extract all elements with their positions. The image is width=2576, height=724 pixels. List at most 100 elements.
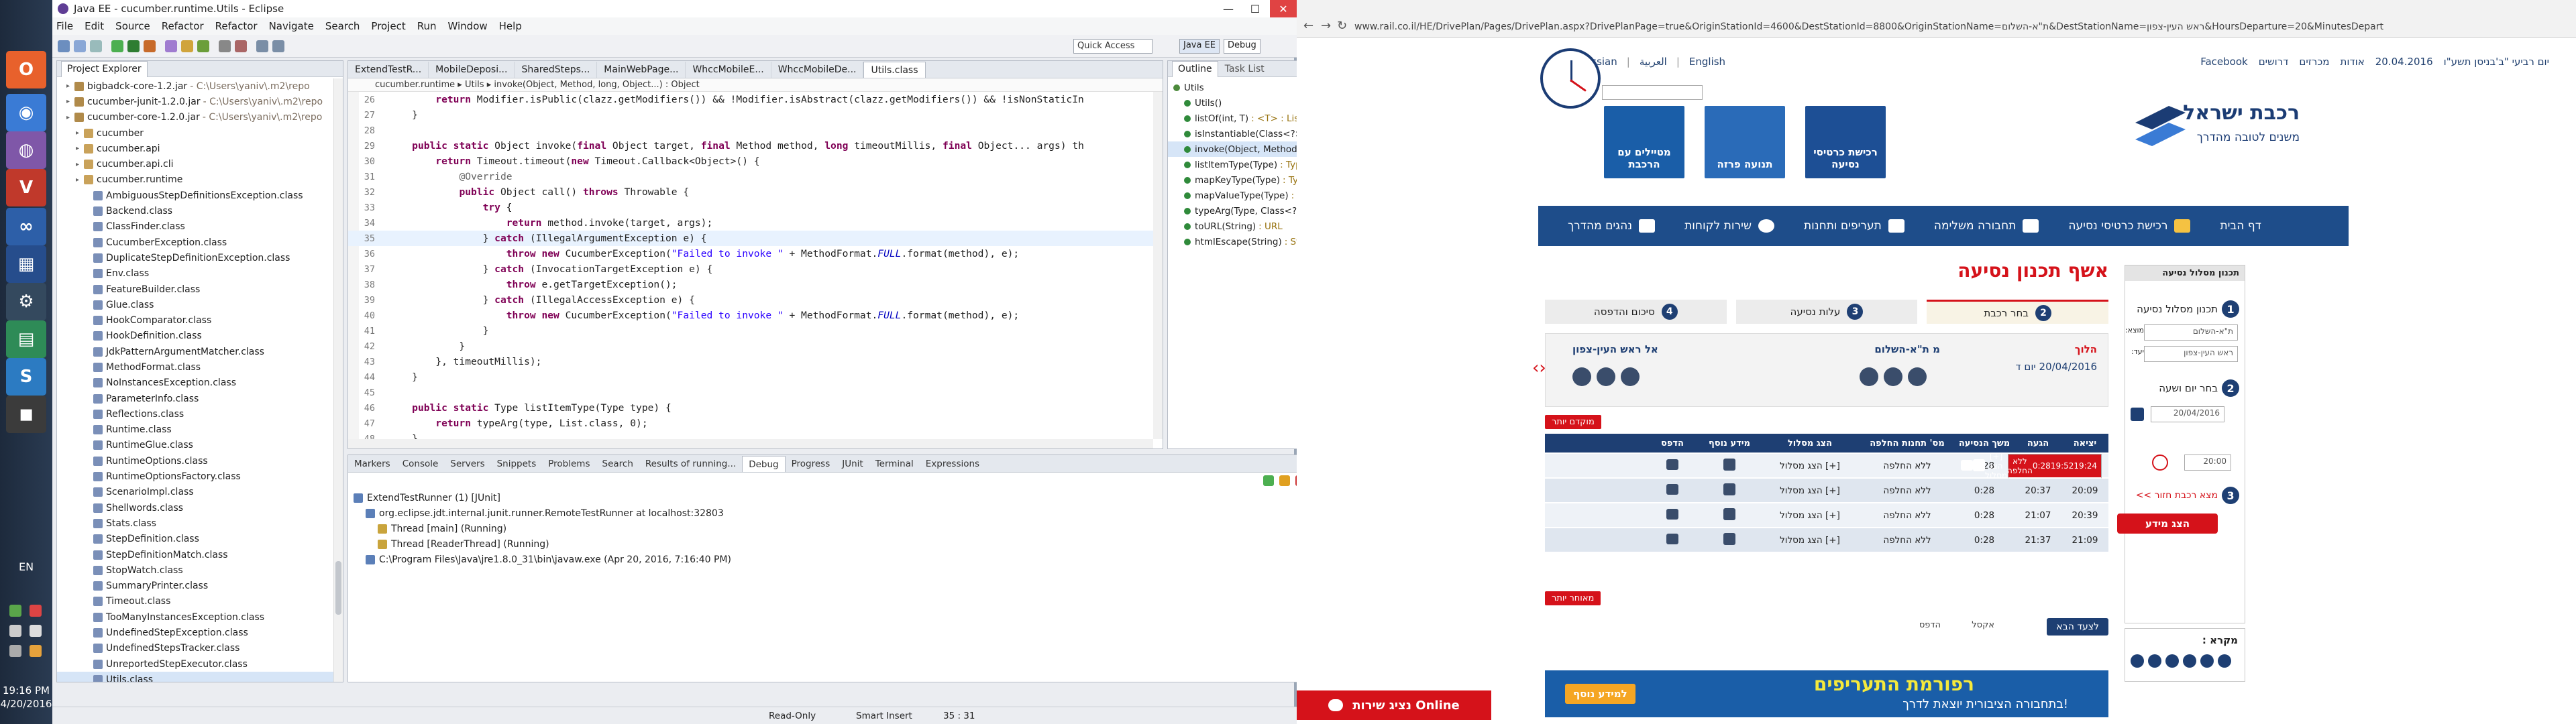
tree-item[interactable]: Reflections.class [57,406,333,422]
tree-item[interactable]: JdkPatternArgumentMatcher.class [57,344,333,359]
tree-item[interactable]: Backend.class [57,203,333,219]
office-app-icon[interactable]: O [6,51,46,88]
reload-icon[interactable]: ↻ [1337,19,1347,33]
train-info-icon[interactable] [1723,532,1735,545]
expand-arrow-icon[interactable]: ▸ [76,176,84,184]
tree-item[interactable]: HookComparator.class [57,312,333,328]
taskbar-clock[interactable]: 19:16 PM 4/20/2016 [0,684,52,711]
promo-tile[interactable]: רכישת כרטיסי נסיעה [1805,106,1886,178]
train-cell[interactable]: [+] הצג מסלול [1760,535,1860,546]
banner-more-info-button[interactable]: למידע נוסף [1565,684,1635,704]
external-tools-icon[interactable] [144,40,156,52]
code-line[interactable]: 38 throw e.getTargetException(); [348,277,1153,292]
tree-item[interactable]: RuntimeOptions.class [57,453,333,469]
link-about[interactable]: אודות [2341,56,2365,68]
print-icon[interactable] [1666,508,1678,520]
debug-tree-item[interactable]: C:\Program Files\Java\jre1.8.0_31\bin\ja… [354,552,731,567]
code-line[interactable]: 44 } [348,369,1153,385]
menu-refactor[interactable]: Refactor [162,20,204,32]
tab-task-list[interactable]: Task List [1225,64,1265,74]
train-cell[interactable]: [+] הצג מסלול [1760,461,1860,471]
nav-drivers[interactable]: נהגים מהדרך [1568,219,1656,233]
code-line[interactable]: 27 } [348,107,1153,123]
print-cell[interactable] [1961,459,1974,473]
code-line[interactable]: 35 } catch (IllegalArgumentException e) … [348,231,1153,246]
tree-item[interactable]: ▸ cucumber.api.cli [57,156,333,172]
tree-item[interactable]: UnreportedStepExecutor.class [57,656,333,672]
code-line[interactable]: 32 public Object call() throws Throwable… [348,184,1153,200]
chrome-app-icon[interactable]: ◉ [6,94,46,131]
link-jobs[interactable]: דרושים [2259,56,2289,68]
address-bar[interactable]: www.rail.co.il/HE/DrivePlan/Pages/DriveP… [1354,19,2562,35]
bottom-tab[interactable]: Problems [542,456,596,472]
code-area[interactable]: 26 return Modifier.isPublic(clazz.getMod… [348,92,1153,439]
code-line[interactable]: 29 public static Object invoke(final Obj… [348,138,1153,154]
tree-item[interactable]: Utils.class [57,672,333,682]
forward-icon[interactable]: → [1321,19,1331,33]
editor-tab[interactable]: MainWebPage... [597,62,686,78]
editor-tab[interactable]: SharedSteps... [515,62,598,78]
editor-horizontal-scrollbar[interactable] [348,439,1153,448]
tree-item[interactable]: ClassFinder.class [57,219,333,235]
new-package-icon[interactable] [181,40,193,52]
tree-item[interactable]: SummaryPrinter.class [57,579,333,594]
info-cell[interactable] [1699,507,1760,523]
debug-tree-item[interactable]: org.eclipse.jdt.internal.junit.runner.Re… [354,505,731,521]
code-line[interactable]: 30 return Timeout.timeout(new Timeout.Ca… [348,154,1153,169]
eclipse-app-icon[interactable]: ◍ [6,131,46,169]
code-line[interactable]: 37 } catch (InvocationTargetException e)… [348,261,1153,277]
volume-icon[interactable] [9,645,21,657]
next-step-button[interactable]: לצעד הבא [2047,618,2108,636]
menu-window[interactable]: Window [448,20,488,32]
train-info-icon[interactable] [1723,483,1735,495]
menu-refactor-2[interactable]: Refactor [215,20,258,32]
code-line[interactable]: 48 } [348,431,1153,439]
bottom-tab[interactable]: Results of running... [639,456,742,472]
site-search-input[interactable] [1602,85,1703,100]
train-cell[interactable]: [+] הצג מסלול [1760,510,1860,521]
back-icon[interactable] [256,40,268,52]
menu-help[interactable]: Help [499,20,522,32]
link-app-icon[interactable]: ∞ [6,208,46,245]
info-cell[interactable] [1699,483,1760,498]
print-icon[interactable] [1666,459,1678,470]
expand-arrow-icon[interactable]: ▸ [76,145,84,152]
menu-search[interactable]: Search [325,20,360,32]
info-cell[interactable] [1699,532,1760,548]
quick-access-field[interactable]: Quick Access [1073,39,1152,54]
train-cell[interactable]: [+] הצג מסלול [1985,452,2007,480]
print-label[interactable]: הדפס [1919,620,1941,630]
wizard-step-cost[interactable]: 3 עלות נסיעה [1735,300,1918,324]
tree-item[interactable]: Stats.class [57,516,333,531]
code-line[interactable]: 47 return typeArg(type, List.class, 0); [348,416,1153,431]
code-line[interactable]: 42 } [348,339,1153,354]
code-line[interactable]: 26 return Modifier.isPublic(clazz.getMod… [348,92,1153,107]
debug-tree-item[interactable]: Thread [ReaderThread] (Running) [354,536,731,552]
debug-tree-item[interactable]: ExtendTestRunner (1) [JUnit] [354,490,731,505]
tree-item[interactable]: FeatureBuilder.class [57,282,333,297]
code-line[interactable]: 39 } catch (IllegalAccessException e) { [348,292,1153,308]
link-tenders[interactable]: מכרזים [2299,56,2329,68]
project-tree-scrollbar[interactable] [333,78,343,682]
editor-tab[interactable]: Utils.class [863,62,926,78]
online-chat-button[interactable]: נציג שירות Online [1297,690,1491,720]
menu-project[interactable]: Project [371,20,405,32]
tree-item[interactable]: Runtime.class [57,422,333,438]
new-class-icon[interactable] [197,40,209,52]
bottom-tab[interactable]: Markers [348,456,396,472]
code-line[interactable]: 41 } [348,323,1153,339]
menu-file[interactable]: File [56,20,73,32]
bottom-tab[interactable]: Search [596,456,639,472]
train-row[interactable]: 21:09 21:37 0:28 ללא החלפה [+] הצג מסלול [1545,528,2108,553]
bottom-tab[interactable]: JUnit [836,456,869,472]
tree-item[interactable]: Shellwords.class [57,500,333,516]
info-cell[interactable] [1973,459,1986,473]
expand-arrow-icon[interactable]: ▸ [76,161,84,168]
debug-tree-item[interactable]: Thread [main] (Running) [354,521,731,536]
print-cell[interactable] [1646,483,1699,497]
ve-app-icon[interactable]: V [6,169,46,206]
code-line[interactable]: 28 [348,123,1153,138]
file-app-icon[interactable]: ▤ [6,320,46,358]
promo-tile[interactable]: מטיילים עם הרכבת [1604,106,1684,178]
lang-arabic[interactable]: العربية [1640,56,1667,68]
